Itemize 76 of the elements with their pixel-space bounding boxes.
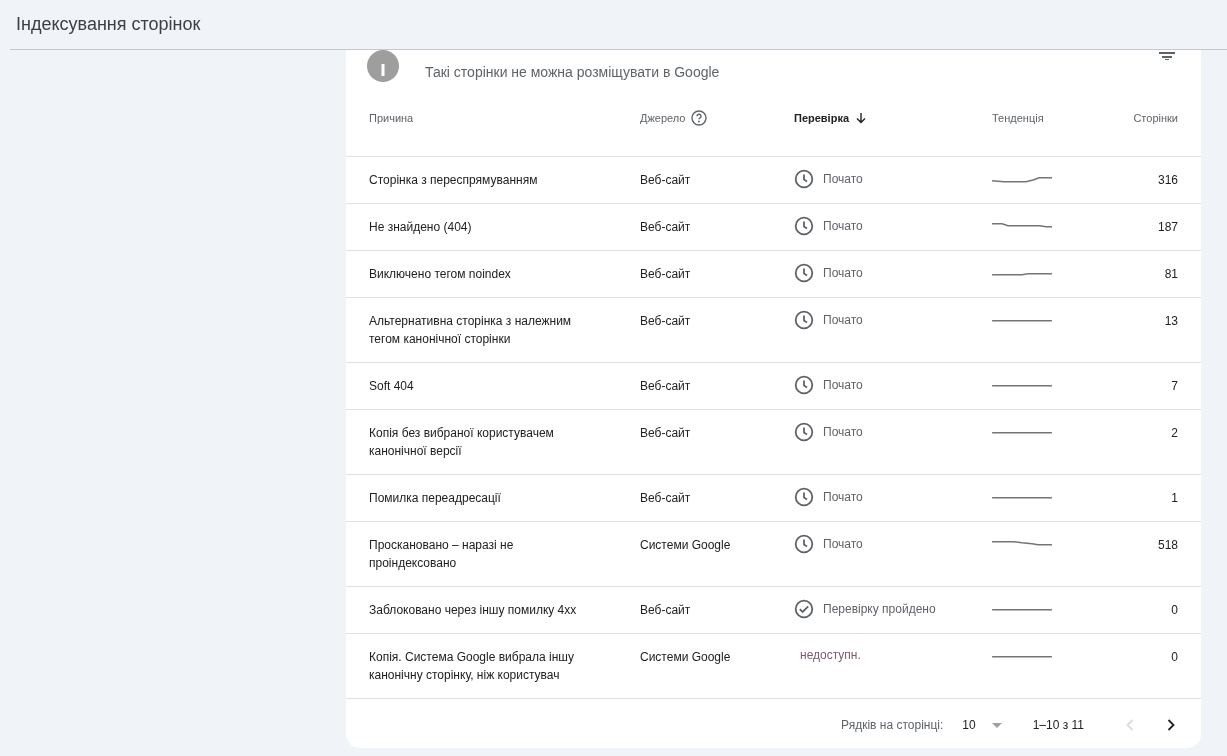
clock-icon (794, 487, 814, 507)
check-circle-icon (794, 599, 814, 619)
reason-cell[interactable]: Проскановано – наразі не проіндексовано (369, 536, 591, 572)
pages-count: 13 (1164, 313, 1178, 330)
pages-count: 2 (1171, 425, 1178, 442)
trend-sparkline (992, 385, 1052, 387)
pages-count: 0 (1171, 602, 1178, 619)
page-title: Індексування сторінок (16, 13, 201, 36)
column-header[interactable]: Джерело (640, 110, 686, 127)
trend-sparkline (992, 223, 1052, 228)
reason-cell[interactable]: Виключено тегом noindex (369, 265, 591, 283)
source-cell-text: Веб-сайт (640, 266, 692, 283)
reason-cell[interactable]: Копія. Система Google вибрала іншу канонічну сторінку, ніж користувач (369, 648, 591, 684)
pages-count: 1 (1171, 490, 1178, 507)
column-header[interactable]: Тенденція (992, 110, 1044, 127)
pages-count: 518 (1157, 537, 1178, 554)
trend-sparkline (992, 177, 1052, 183)
column-header[interactable]: Причина (369, 110, 414, 127)
clock-icon (794, 263, 814, 283)
reason-cell[interactable]: Заблоковано через іншу помилку 4xx (369, 601, 591, 619)
help-icon[interactable] (691, 110, 708, 127)
pages-count: 7 (1171, 378, 1178, 395)
caret-icon (991, 722, 1002, 728)
clock-icon (794, 375, 814, 395)
clock-icon (794, 216, 814, 236)
source-cell-text: Системи Google (640, 649, 732, 666)
filter-icon[interactable] (1159, 52, 1175, 60)
status-text: Почато (823, 489, 863, 506)
pages-count: 187 (1157, 219, 1178, 236)
column-header[interactable]: Сторінки (1133, 110, 1178, 127)
trend-sparkline (992, 320, 1052, 322)
trend-sparkline (992, 656, 1052, 658)
source-cell-text: Веб-сайт (640, 378, 692, 395)
pages-count: 0 (1171, 649, 1178, 666)
source-cell-text: Веб-сайт (640, 313, 692, 330)
source-cell-text: Веб-сайт (640, 219, 692, 236)
sort-arrow-icon[interactable] (855, 112, 868, 125)
clock-icon (794, 534, 814, 554)
info-icon (367, 50, 399, 82)
status-text: Почато (823, 424, 863, 441)
source-cell-text: Веб-сайт (640, 172, 692, 189)
status-text: Почато (823, 218, 863, 235)
reason-cell[interactable]: Не знайдено (404) (369, 218, 591, 236)
page-range: 1–10 з 11 (1032, 717, 1084, 734)
source-cell-text: Веб-сайт (640, 425, 692, 442)
trend-sparkline (992, 541, 1052, 546)
source-cell-text: Веб-сайт (640, 602, 692, 619)
card-subtitle: Такі сторінки не можна розміщувати в Google (425, 63, 720, 82)
reason-cell[interactable]: Альтернативна сторінка з належним тегом канонічної сторінки (369, 312, 591, 348)
trend-sparkline (992, 609, 1052, 611)
trend-sparkline (992, 432, 1052, 434)
chevron-right-icon (1167, 719, 1175, 731)
trend-sparkline (992, 497, 1052, 499)
status-text: Почато (823, 312, 863, 329)
clock-icon (794, 310, 814, 330)
status-text: Перевірку пройдено (823, 601, 936, 618)
column-header[interactable]: Перевірка (794, 110, 850, 127)
source-cell-text: Веб-сайт (640, 490, 692, 507)
reason-cell[interactable]: Помилка переадресації (369, 489, 591, 507)
reason-cell[interactable]: Сторінка з переспрямуванням (369, 171, 591, 189)
source-cell-text: Системи Google (640, 537, 732, 554)
rows-per-page-label: Рядків на сторінці: (841, 717, 944, 734)
chevron-left-icon (1126, 719, 1134, 731)
status-text: недоступн. (799, 647, 861, 664)
status-text: Почато (823, 377, 863, 394)
pages-count: 81 (1164, 266, 1178, 283)
reason-cell[interactable]: Soft 404 (369, 377, 591, 395)
clock-icon (794, 169, 814, 189)
reason-cell[interactable]: Копія без вибраної користувачем канонічної версії (369, 424, 591, 460)
clock-icon (794, 422, 814, 442)
status-text: Почато (823, 265, 863, 282)
status-text: Почато (823, 171, 863, 188)
status-text: Почато (823, 536, 863, 553)
rows-per-page-select[interactable]: 10 (962, 716, 1002, 734)
pages-count: 316 (1157, 172, 1178, 189)
trend-sparkline (992, 273, 1052, 276)
